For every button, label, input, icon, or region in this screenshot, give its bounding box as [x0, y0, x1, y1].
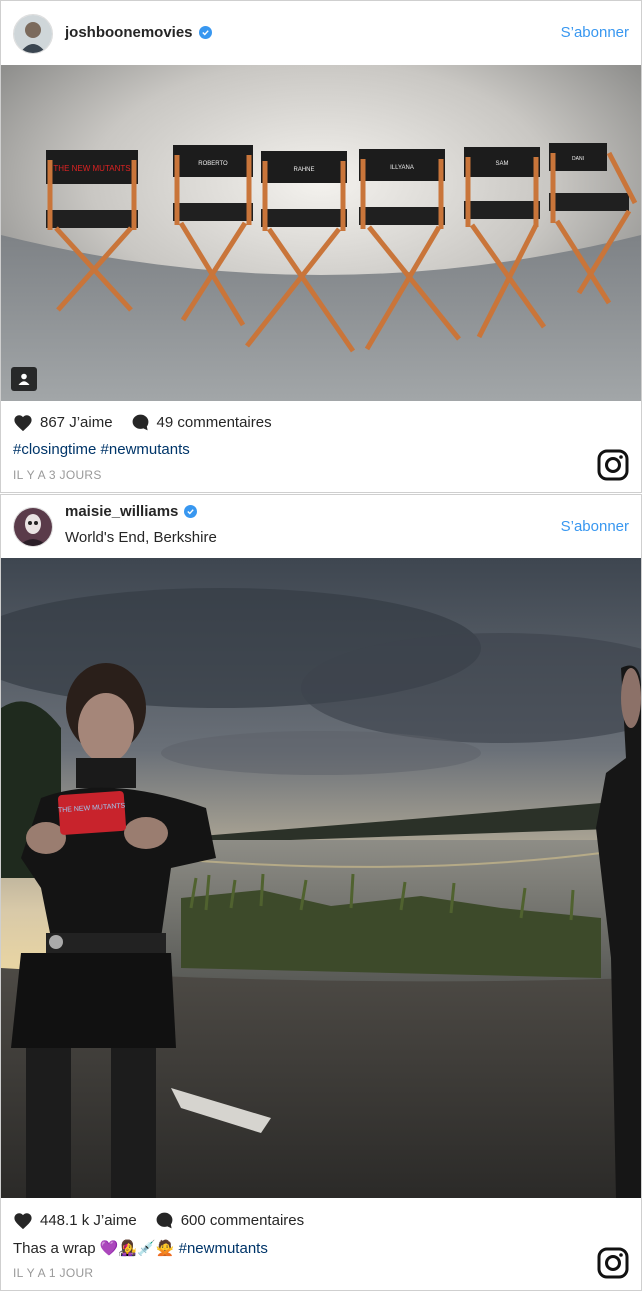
instagram-logo-icon[interactable] [597, 1247, 629, 1279]
comments-group[interactable]: 49 commentaires [131, 413, 272, 432]
timestamp[interactable]: IL Y A 3 JOURS [13, 468, 102, 482]
heart-icon[interactable] [13, 414, 33, 432]
chair-label: THE NEW MUTANTS [53, 164, 130, 173]
post-card: joshboonemovies S’abonner THE NEW MUTANT… [0, 0, 642, 493]
chair-label: ROBERTO [198, 161, 228, 167]
comments-count: 600 commentaires [180, 1212, 305, 1229]
timestamp[interactable]: IL Y A 1 JOUR [13, 1266, 93, 1280]
caption-text: Thas a wrap [13, 1240, 96, 1257]
likes-count: 867 J’aime [40, 414, 113, 431]
username-row: joshboonemovies [65, 24, 212, 41]
caption-emojis: 💜👩‍🎤💉🙅 [99, 1240, 175, 1257]
chair-label: ILLYANA [390, 165, 414, 171]
username[interactable]: joshboonemovies [65, 24, 193, 41]
post-photo[interactable]: THE NEW MUTANTS ROBERTO RAHNE ILLYANA SA… [1, 65, 641, 401]
comments-count: 49 commentaires [156, 414, 272, 431]
likes-group[interactable]: 867 J’aime [13, 414, 113, 432]
chair-label: RAHNE [293, 167, 314, 173]
likes-group[interactable]: 448.1 k J’aime [13, 1212, 137, 1230]
follow-button[interactable]: S’abonner [561, 24, 629, 41]
heart-icon[interactable] [13, 1212, 33, 1230]
caption: #closingtime #newmutants [13, 441, 190, 458]
hashtags[interactable]: #newmutants [179, 1240, 268, 1257]
post-header: joshboonemovies S’abonner [1, 1, 641, 65]
likes-count: 448.1 k J’aime [40, 1212, 137, 1229]
username-row: maisie_williams [65, 503, 198, 520]
chair-label: DANI [572, 156, 584, 162]
verified-badge-icon [184, 505, 198, 518]
post-stats: 867 J’aime 49 commentaires [13, 413, 290, 432]
follow-button[interactable]: S’abonner [561, 518, 629, 535]
hashtags[interactable]: #closingtime #newmutants [13, 441, 190, 458]
comment-icon[interactable] [131, 413, 150, 432]
post-header: maisie_williams World's End, Berkshire S… [1, 495, 641, 558]
instagram-logo-icon[interactable] [597, 449, 629, 481]
verified-badge-icon [198, 26, 212, 39]
post-stats: 448.1 k J’aime 600 commentaires [13, 1211, 322, 1230]
avatar[interactable] [13, 14, 53, 54]
caption: Thas a wrap 💜👩‍🎤💉🙅 #newmutants [13, 1239, 268, 1257]
comment-icon[interactable] [155, 1211, 174, 1230]
avatar[interactable] [13, 507, 53, 547]
username[interactable]: maisie_williams [65, 503, 178, 520]
location[interactable]: World's End, Berkshire [65, 529, 217, 546]
comments-group[interactable]: 600 commentaires [155, 1211, 304, 1230]
post-card: maisie_williams World's End, Berkshire S… [0, 494, 642, 1291]
user-tag-icon[interactable] [11, 367, 37, 391]
chair-label: SAM [495, 161, 508, 167]
post-photo[interactable]: THE NEW MUTANTS [1, 558, 641, 1198]
